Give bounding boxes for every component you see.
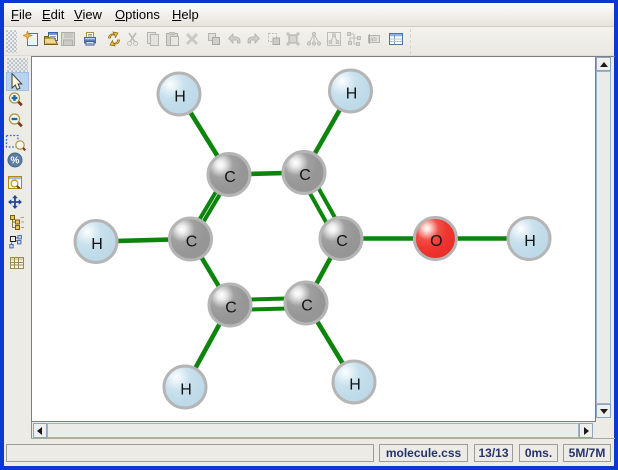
- svg-text:%: %: [11, 156, 20, 167]
- svg-text:O: O: [430, 233, 442, 250]
- svg-text:C: C: [301, 298, 313, 315]
- svg-text:H: H: [349, 377, 361, 394]
- svg-text:C: C: [336, 233, 348, 250]
- svg-text:H: H: [174, 89, 186, 106]
- svg-text:C: C: [186, 234, 198, 251]
- svg-text:H: H: [91, 236, 103, 253]
- svg-text:H: H: [180, 382, 192, 399]
- svg-text:H: H: [524, 233, 536, 250]
- svg-text:C: C: [299, 167, 311, 184]
- svg-text:H: H: [346, 86, 358, 103]
- svg-text:C: C: [225, 300, 237, 317]
- svg-text:C: C: [224, 169, 236, 186]
- svg-text:ab: ab: [370, 37, 377, 43]
